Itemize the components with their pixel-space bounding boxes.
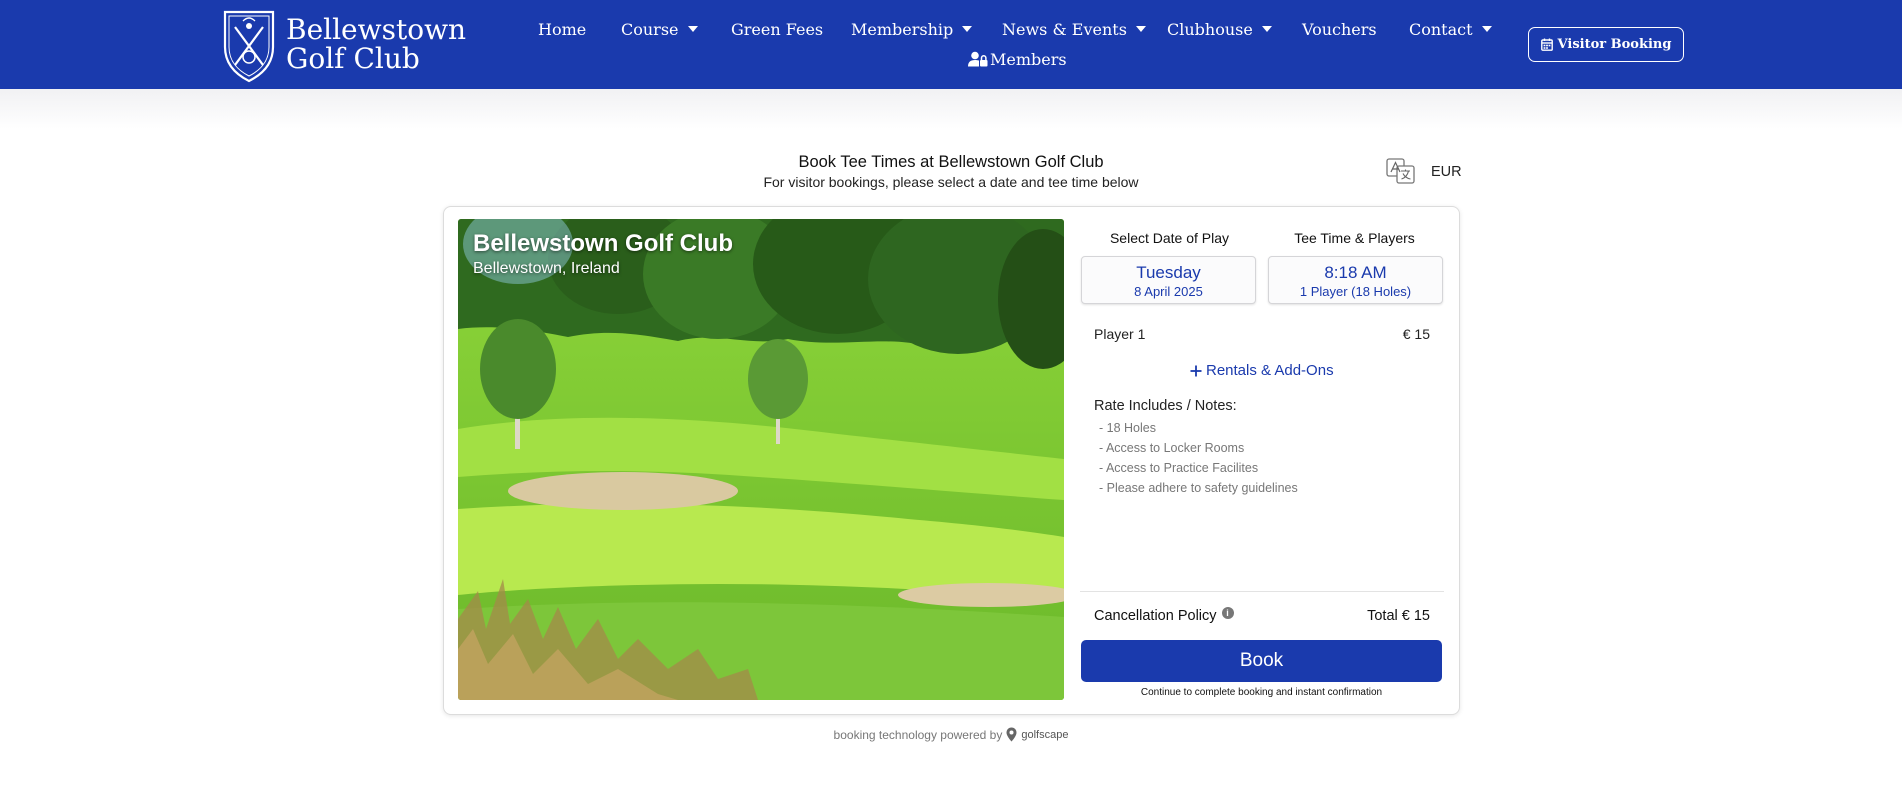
- club-name-logo-text[interactable]: Bellewstown Golf Club: [286, 15, 466, 73]
- nav-home[interactable]: Home: [538, 18, 586, 40]
- rentals-addons-label: Rentals & Add-Ons: [1206, 362, 1334, 379]
- player-label: Player 1: [1094, 326, 1146, 342]
- plus-icon: [1190, 365, 1202, 376]
- nav-green-fees-label: Green Fees: [731, 19, 824, 39]
- logo-line-2: Golf Club: [286, 42, 420, 75]
- chevron-down-icon: [687, 26, 698, 32]
- date-day: Tuesday: [1136, 263, 1201, 282]
- nav-vouchers-label: Vouchers: [1302, 19, 1377, 39]
- cancellation-policy[interactable]: Cancellation Policy i: [1094, 607, 1234, 624]
- chevron-down-icon: [962, 26, 973, 32]
- player-price: € 15: [1402, 326, 1430, 342]
- rate-notes-list: - 18 Holes - Access to Locker Rooms - Ac…: [1099, 419, 1298, 499]
- nav-membership-label: Membership: [851, 19, 954, 39]
- list-item: - 18 Holes: [1099, 421, 1156, 435]
- cancellation-policy-label: Cancellation Policy: [1094, 608, 1217, 624]
- total-price: Total € 15: [1367, 608, 1430, 624]
- chevron-down-icon: [1481, 26, 1492, 32]
- nav-clubhouse[interactable]: Clubhouse: [1167, 18, 1272, 40]
- currency-selector[interactable]: EUR: [1431, 164, 1462, 180]
- chevron-down-icon: [1135, 26, 1146, 32]
- club-crest-logo[interactable]: [219, 7, 279, 83]
- divider: [1080, 591, 1444, 592]
- nav-news-events[interactable]: News & Events: [1002, 18, 1146, 40]
- nav-news-events-label: News & Events: [1002, 19, 1127, 39]
- list-item: - Access to Practice Facilites: [1099, 461, 1259, 475]
- course-name: Bellewstown Golf Club: [473, 230, 734, 257]
- course-location: Bellewstown, Ireland: [473, 260, 620, 277]
- rentals-addons-button[interactable]: Rentals & Add-Ons: [1190, 362, 1334, 379]
- continue-note: Continue to complete booking and instant…: [1140, 687, 1383, 698]
- course-photo: [458, 219, 1064, 700]
- calendar-icon: [1540, 38, 1553, 51]
- players-value: 1 Player (18 Holes): [1299, 284, 1412, 299]
- header-shadow: [0, 89, 1902, 129]
- nav-members[interactable]: Members: [968, 48, 1067, 70]
- translate-icon[interactable]: [1386, 158, 1416, 184]
- list-item: - Please adhere to safety guidelines: [1099, 481, 1298, 495]
- book-button[interactable]: Book: [1081, 640, 1442, 682]
- nav-contact-label: Contact: [1409, 19, 1473, 39]
- page-title: Book Tee Times at Bellewstown Golf Club: [798, 153, 1104, 171]
- nav-vouchers[interactable]: Vouchers: [1302, 18, 1377, 40]
- info-icon[interactable]: i: [1221, 607, 1234, 619]
- logo-line-1: Bellewstown: [286, 13, 467, 46]
- list-item: - Access to Locker Rooms: [1099, 441, 1245, 455]
- rate-notes-label: Rate Includes / Notes:: [1094, 398, 1237, 414]
- date-full: 8 April 2025: [1134, 284, 1203, 299]
- visitor-booking-label: Visitor Booking: [1557, 37, 1672, 52]
- nav-course[interactable]: Course: [621, 18, 698, 40]
- powered-by: booking technology powered by golfscape: [700, 727, 1202, 742]
- date-label: Select Date of Play: [1109, 230, 1230, 246]
- golfscape-brand[interactable]: golfscape: [1021, 729, 1068, 741]
- visitor-booking-button[interactable]: Visitor Booking: [1528, 27, 1684, 62]
- chevron-down-icon: [1261, 26, 1272, 32]
- nav-course-label: Course: [621, 19, 679, 39]
- tee-time-selector[interactable]: 8:18 AM 1 Player (18 Holes): [1268, 256, 1443, 304]
- tee-time-value: 8:18 AM: [1324, 263, 1387, 282]
- date-selector[interactable]: Tuesday 8 April 2025: [1081, 256, 1256, 304]
- nav-contact[interactable]: Contact: [1409, 18, 1492, 40]
- golfscape-logo-icon[interactable]: [1006, 727, 1017, 742]
- nav-home-label: Home: [538, 19, 587, 39]
- time-label: Tee Time & Players: [1294, 230, 1415, 246]
- book-button-label: Book: [1239, 650, 1284, 671]
- user-lock-icon: [968, 51, 988, 67]
- powered-by-text: booking technology powered by: [833, 727, 1003, 742]
- nav-members-label: Members: [990, 49, 1067, 69]
- page-subtitle: For visitor bookings, please select a da…: [763, 174, 1139, 190]
- site-header: Bellewstown Golf Club Home Course Green …: [0, 0, 1902, 89]
- nav-green-fees[interactable]: Green Fees: [731, 18, 823, 40]
- nav-clubhouse-label: Clubhouse: [1167, 19, 1253, 39]
- nav-membership[interactable]: Membership: [851, 18, 973, 40]
